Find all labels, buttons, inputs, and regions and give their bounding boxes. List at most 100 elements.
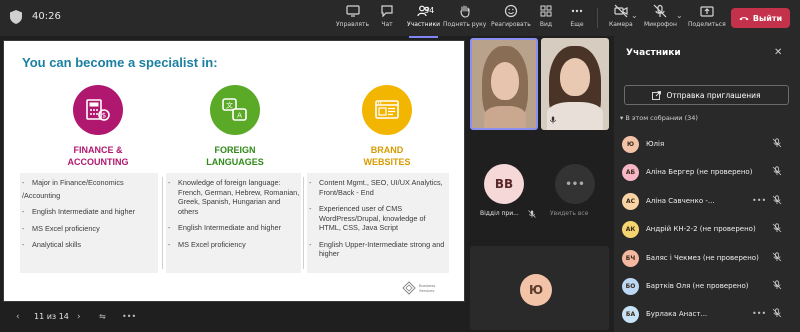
avatar: АБ: [622, 163, 639, 181]
list-item: Experienced user of CMS WordPress/Drupal…: [307, 204, 449, 233]
svg-text:A: A: [237, 112, 242, 120]
translate-icon: 文A: [210, 85, 260, 135]
participant-row[interactable]: БА Бурлака Анаст... •••: [622, 304, 792, 324]
mic-off-icon: [772, 166, 782, 176]
smile-icon: [504, 4, 517, 18]
next-slide-icon[interactable]: ›: [77, 312, 81, 322]
sync-slides-icon[interactable]: ⇋: [99, 312, 106, 321]
camera-off-icon: [614, 4, 628, 18]
raise-hand-label: Поднять руку: [443, 21, 487, 28]
manage-button[interactable]: Управлять: [336, 4, 369, 34]
category-name-line1: BRAND: [370, 145, 404, 155]
video-tile-participant-1[interactable]: [470, 38, 538, 130]
more-options-icon[interactable]: •••: [752, 309, 766, 318]
more-participants-icon: •••: [555, 164, 595, 204]
hand-icon: [460, 5, 470, 18]
camera-label: Камера: [609, 21, 633, 28]
category-name: BRAND WEBSITES: [363, 144, 410, 168]
video-tile-yu[interactable]: Ю: [470, 246, 609, 330]
slide-title: You can become a specialist in:: [22, 55, 218, 70]
participant-name: Андрій КН-2-2 (не проверено): [646, 225, 756, 233]
previous-slide-icon[interactable]: ‹: [16, 312, 20, 322]
mic-off-icon: [772, 223, 782, 233]
panel-title: Участники: [626, 48, 681, 58]
share-invite-icon: [652, 90, 662, 100]
chat-button[interactable]: Чат: [380, 4, 394, 34]
category-name-line1: FOREIGN: [214, 145, 256, 155]
avatar: Ю: [622, 135, 639, 153]
requirements-list: Content Mgmt., SEO, UI/UX Analytics, Fro…: [307, 173, 449, 259]
participant-row[interactable]: БЧ Баляс і Чекмез (не проверено): [622, 248, 792, 268]
participant-row[interactable]: БО Бартків Оля (не проверено): [622, 276, 792, 296]
video-tile-participant-2[interactable]: [541, 38, 609, 130]
raise-hand-button[interactable]: Поднять руку: [443, 4, 486, 34]
section-header[interactable]: ▾ В этом собрании (34): [620, 114, 698, 122]
more-button[interactable]: Еще: [570, 4, 584, 34]
participant-body: [484, 106, 526, 128]
camera-button[interactable]: Камера: [609, 4, 633, 34]
participant-name: Аліна Бергер (не проверено): [646, 168, 753, 176]
category-name-line1: FINANCE &: [73, 145, 123, 155]
view-button[interactable]: Вид: [539, 4, 553, 34]
participant-row[interactable]: АБ Аліна Бергер (не проверено): [622, 162, 792, 182]
mic-off-icon: [528, 210, 536, 218]
tile-name: Увидеть все: [550, 210, 589, 217]
chat-label: Чат: [381, 21, 393, 28]
category-name-line2: LANGUAGES: [206, 157, 264, 167]
calculator-icon: $: [73, 85, 123, 135]
list-item: English Intermediate and higher: [166, 223, 301, 233]
more-label: Еще: [570, 21, 584, 28]
video-tile-bb[interactable]: BB Відділ при...: [470, 134, 538, 226]
avatar: БО: [622, 277, 639, 295]
column-divider: [162, 177, 163, 269]
mic-off-icon: [772, 195, 782, 205]
list-item: Analytical skills: [20, 240, 158, 250]
avatar: BB: [484, 164, 524, 204]
shared-presentation-slide: You can become a specialist in: $ FINANC…: [3, 40, 465, 302]
requirements-column-languages: Knowledge of foreign language: French, G…: [166, 173, 301, 273]
participant-row[interactable]: АС Аліна Савченко -... •••: [622, 191, 792, 211]
avatar: БЧ: [622, 249, 639, 267]
svg-text:$: $: [102, 112, 106, 120]
participants-count-badge: 34: [424, 6, 435, 15]
participants-panel: Участники ✕ Отправка приглашения ▾ В это…: [614, 36, 800, 332]
mic-button[interactable]: Микрофон: [644, 4, 677, 34]
video-tile-see-all[interactable]: ••• Увидеть все: [541, 134, 609, 226]
participant-name: Аліна Савченко -...: [646, 197, 715, 205]
invite-label: Отправка приглашения: [666, 90, 761, 100]
leave-button[interactable]: Выйти: [731, 8, 790, 28]
camera-options-chevron-icon[interactable]: ⌄: [631, 11, 638, 20]
participant-row[interactable]: Ю Юлія: [622, 134, 792, 154]
participant-name: Юлія: [646, 140, 665, 148]
manage-label: Управлять: [336, 21, 370, 28]
list-item: /Accounting: [22, 190, 61, 200]
participants-label: Участники: [407, 21, 441, 28]
avatar: АК: [622, 220, 639, 238]
grid-icon: [540, 5, 552, 17]
section-label: В этом собрании (34): [625, 114, 698, 122]
participant-face: [560, 58, 590, 96]
brand-text-line2: Services: [419, 288, 435, 293]
share-label: Поделиться: [688, 21, 726, 28]
participant-row[interactable]: АК Андрій КН-2-2 (не проверено): [622, 219, 792, 239]
mic-off-icon: [772, 138, 782, 148]
mic-off-icon: [772, 308, 782, 318]
close-icon[interactable]: ✕: [774, 47, 782, 58]
react-button[interactable]: Реагировать: [491, 4, 531, 34]
list-item: MS Excel proficiency: [166, 240, 301, 250]
invite-button[interactable]: Отправка приглашения: [624, 85, 789, 105]
more-options-button[interactable]: •••: [122, 312, 136, 321]
shield-icon: [10, 10, 22, 24]
share-button[interactable]: Поделиться: [688, 4, 726, 34]
chat-icon: [381, 5, 393, 18]
participant-name: Баляс і Чекмез (не проверено): [646, 254, 759, 262]
mic-off-icon: [550, 116, 556, 124]
more-options-icon[interactable]: •••: [752, 196, 766, 205]
view-label: Вид: [539, 21, 553, 28]
mic-options-chevron-icon[interactable]: ⌄: [676, 11, 683, 20]
column-divider: [303, 177, 304, 269]
participant-name: Бурлака Анаст...: [646, 310, 708, 318]
requirements-column-websites: Content Mgmt., SEO, UI/UX Analytics, Fro…: [307, 173, 449, 273]
brand-text: Business Services: [419, 283, 435, 293]
svg-text:文: 文: [226, 101, 233, 110]
